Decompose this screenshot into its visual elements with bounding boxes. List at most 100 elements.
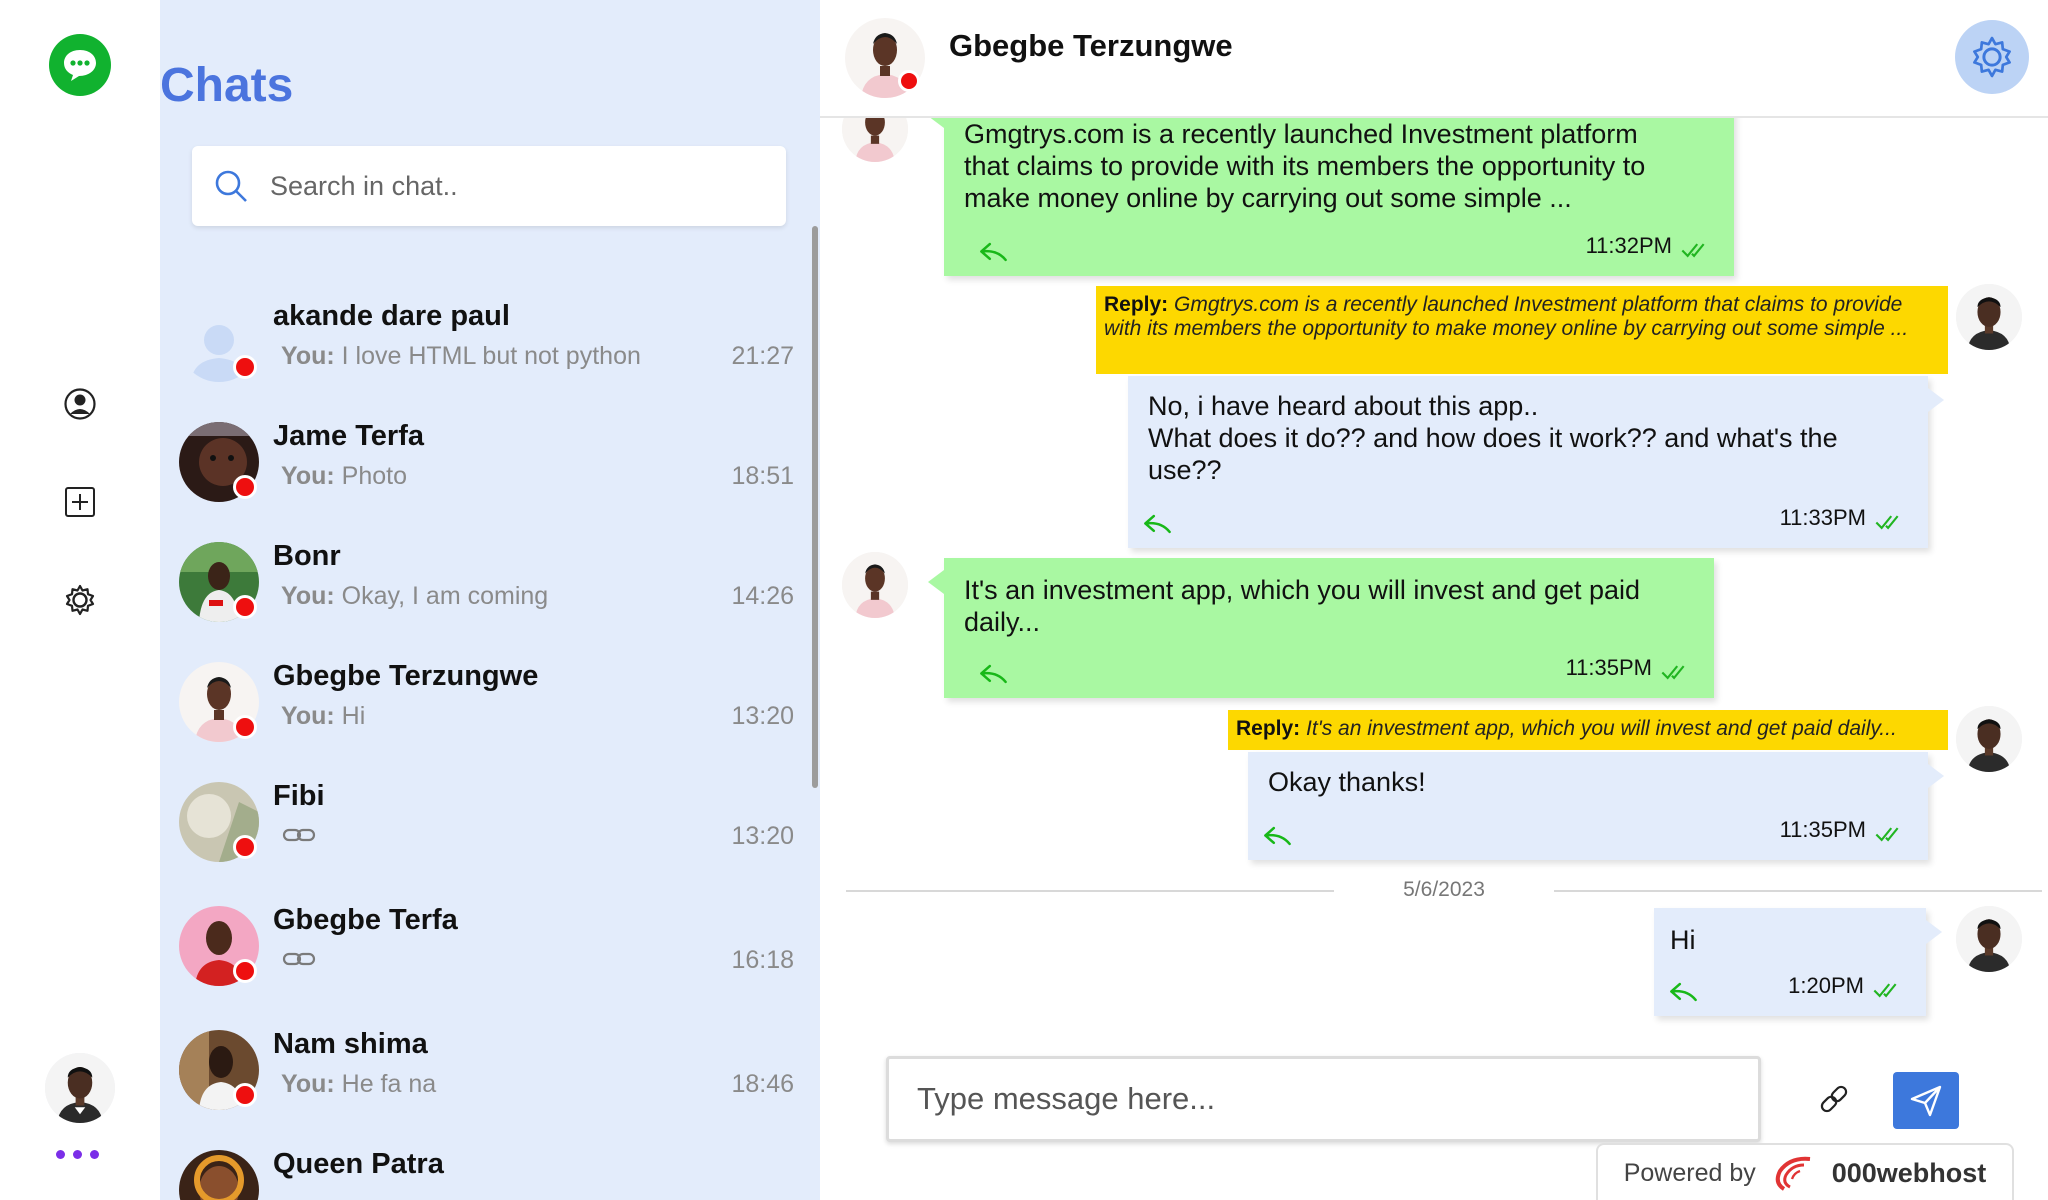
read-tick-icon: [1875, 827, 1899, 841]
webhost-logo-icon: [1775, 1156, 1810, 1191]
message-time: 11:33PM: [1779, 505, 1866, 530]
message-text: Hi: [1670, 925, 1696, 955]
chat-item[interactable]: Fibi 13:20: [160, 770, 810, 890]
status-dot: [233, 1083, 257, 1107]
gear-icon[interactable]: [60, 580, 100, 620]
search-input[interactable]: [270, 170, 750, 202]
message-preview: You: Okay, I am coming: [281, 582, 549, 610]
incoming-message: It's an investment app, which you will i…: [928, 558, 1714, 698]
status-dot: [233, 715, 257, 739]
status-dot: [233, 475, 257, 499]
link-icon: [282, 828, 316, 842]
contact-name: Fibi: [273, 780, 325, 812]
contact-name: Gbegbe Terfa: [273, 904, 458, 936]
nav-rail: [0, 0, 160, 1200]
send-icon: [1910, 1085, 1942, 1116]
outgoing-message: No, i have heard about this app.. What d…: [1128, 376, 1944, 548]
contact-name: akande dare paul: [273, 300, 510, 332]
message-text: Gmgtrys.com is a recently launched Inves…: [964, 119, 1646, 213]
message-preview: You: Hi: [281, 702, 366, 730]
sender-avatar: [1956, 906, 2022, 972]
message-preview: You: He fa na: [281, 1070, 437, 1098]
conversation-header: Gbegbe Terzungwe: [820, 0, 2048, 118]
chats-heading: Chats: [160, 59, 294, 112]
chat-item[interactable]: Gbegbe Terfa 16:18: [160, 894, 810, 1014]
chat-item[interactable]: akande dare paul You: I love HTML but no…: [160, 290, 810, 410]
reply-quote[interactable]: Reply: Gmgtrys.com is a recently launche…: [1096, 286, 1948, 374]
status-dot: [233, 595, 257, 619]
user-icon[interactable]: [60, 384, 100, 424]
chat-logo-icon[interactable]: [49, 34, 111, 96]
chat-item[interactable]: Gbegbe Terzungwe You: Hi 13:20: [160, 650, 810, 770]
settings-button[interactable]: [1955, 20, 2029, 94]
conversation-panel: Gbegbe Terzungwe Gmgtrys.com is a recent…: [820, 0, 2048, 1200]
read-tick-icon: [1681, 243, 1705, 257]
read-tick-icon: [1873, 983, 1897, 997]
timestamp: 16:18: [731, 946, 794, 974]
message-time: 11:35PM: [1565, 655, 1652, 680]
message-text: It's an investment app, which you will i…: [964, 575, 1641, 637]
message-time: 11:32PM: [1585, 233, 1672, 258]
status-dot: [233, 835, 257, 859]
reply-icon[interactable]: [980, 242, 1008, 262]
send-button[interactable]: [1893, 1072, 1959, 1129]
outgoing-message: Hi 1:20PM: [1654, 908, 1942, 1016]
chat-item[interactable]: Bonr You: Okay, I am coming 14:26: [160, 530, 810, 650]
reply-icon[interactable]: [1264, 826, 1292, 846]
status-dot: [233, 959, 257, 983]
timestamp: 13:20: [731, 822, 794, 850]
read-tick-icon: [1875, 515, 1899, 529]
chat-item[interactable]: Queen Patra: [160, 1138, 810, 1200]
search-icon: [215, 170, 247, 202]
profile-avatar[interactable]: [45, 1053, 115, 1123]
contact-name: Jame Terfa: [273, 420, 424, 452]
contact-name: Gbegbe Terzungwe: [273, 660, 539, 692]
reply-icon[interactable]: [1670, 982, 1698, 1002]
webhost-brand: 000webhost: [1831, 1157, 1987, 1188]
outgoing-message: Okay thanks! 11:35PM: [1248, 752, 1944, 860]
message-input[interactable]: [889, 1059, 1758, 1139]
date-separator: 5/6/2023: [846, 878, 2042, 902]
chat-list-panel: Chats akande dare paul You: I love HTML …: [160, 0, 820, 1200]
message-composer: [886, 1056, 1761, 1142]
timestamp: 18:51: [731, 462, 794, 490]
message-preview: You: Photo: [281, 462, 407, 490]
message-time: 11:35PM: [1779, 817, 1866, 842]
timestamp: 18:46: [731, 1070, 794, 1098]
contact-name: Nam shima: [273, 1028, 428, 1060]
add-icon[interactable]: [60, 482, 100, 522]
sender-avatar: [842, 552, 908, 618]
status-dot: [233, 355, 257, 379]
more-icon[interactable]: [56, 1150, 99, 1159]
contact-name-title: Gbegbe Terzungwe: [949, 28, 1233, 63]
attach-link-icon[interactable]: [1816, 1081, 1852, 1117]
message-preview: You: I love HTML but not python: [281, 342, 641, 370]
list-scrollbar[interactable]: [812, 226, 818, 788]
timestamp: 14:26: [731, 582, 794, 610]
message-text: Okay thanks!: [1268, 767, 1426, 797]
chat-item[interactable]: Jame Terfa You: Photo 18:51: [160, 410, 810, 530]
incoming-message: Gmgtrys.com is a recently launched Inves…: [928, 92, 1734, 276]
sender-avatar: [1956, 706, 2022, 772]
reply-quote[interactable]: Reply: It's an investment app, which you…: [1228, 710, 1948, 750]
link-icon: [282, 952, 316, 966]
search-box: [192, 146, 786, 226]
contact-name: Queen Patra: [273, 1148, 444, 1180]
timestamp: 21:27: [731, 342, 794, 370]
message-preview: [281, 946, 317, 975]
message-preview: [281, 822, 317, 851]
avatar: [179, 1150, 259, 1200]
message-time: 1:20PM: [1788, 973, 1864, 998]
message-text: No, i have heard about this app.. What d…: [1148, 391, 1838, 485]
reply-icon[interactable]: [1144, 514, 1172, 534]
contact-name: Bonr: [273, 540, 341, 572]
gear-icon: [1973, 36, 2011, 78]
timestamp: 13:20: [731, 702, 794, 730]
powered-by-text: Powered by: [1623, 1158, 1756, 1187]
chat-item[interactable]: Nam shima You: He fa na 18:46: [160, 1018, 810, 1138]
sender-avatar: [1956, 284, 2022, 350]
powered-by-banner[interactable]: Powered by 000webhost: [1596, 1143, 2014, 1200]
read-tick-icon: [1661, 665, 1685, 679]
status-dot: [898, 70, 920, 92]
reply-icon[interactable]: [980, 664, 1008, 684]
